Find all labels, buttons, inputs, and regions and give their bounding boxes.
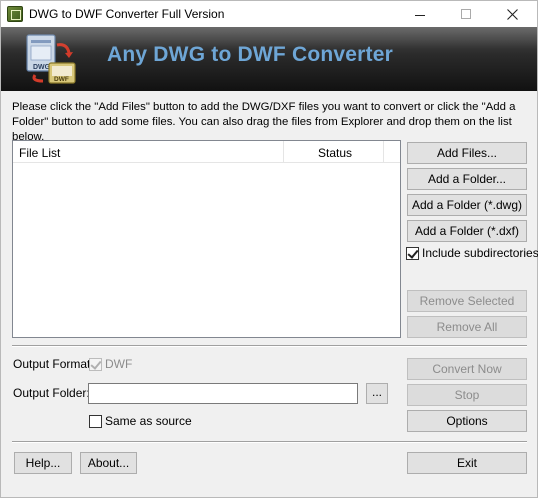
- add-folder-dxf-button[interactable]: Add a Folder (*.dxf): [407, 220, 527, 242]
- banner-title: Any DWG to DWF Converter: [107, 43, 393, 66]
- output-folder-label: Output Folder:: [13, 386, 90, 400]
- divider-bottom: [12, 441, 527, 443]
- include-subdirectories-checkbox[interactable]: [406, 247, 419, 260]
- logo-dwf-label: DWF: [54, 76, 69, 83]
- output-format-checkbox[interactable]: [89, 358, 102, 371]
- about-button[interactable]: About...: [80, 452, 137, 474]
- column-header-status[interactable]: Status: [284, 141, 384, 163]
- stop-button[interactable]: Stop: [407, 384, 527, 406]
- output-format-value: DWF: [105, 357, 133, 371]
- column-header-file-list[interactable]: File List: [13, 141, 284, 163]
- window-title: DWG to DWF Converter Full Version: [29, 7, 225, 21]
- output-folder-input[interactable]: [88, 383, 358, 404]
- app-icon: [7, 6, 23, 22]
- options-button[interactable]: Options: [407, 410, 527, 432]
- include-subdirectories-label: Include subdirectories: [422, 246, 538, 260]
- file-list[interactable]: File List Status: [12, 140, 401, 338]
- main-window: DWG to DWF Converter Full Version DWG DW…: [0, 0, 538, 498]
- same-as-source-checkbox[interactable]: [89, 415, 102, 428]
- maximize-button[interactable]: [443, 1, 489, 27]
- instructions-text: Please click the "Add Files" button to a…: [12, 101, 516, 143]
- output-format-label: Output Format:: [13, 357, 94, 371]
- header-banner: DWG DWF Any DWG to DWF Converter: [1, 27, 537, 91]
- maximize-icon: [461, 9, 471, 19]
- remove-all-button[interactable]: Remove All: [407, 316, 527, 338]
- add-folder-button[interactable]: Add a Folder...: [407, 168, 527, 190]
- help-button[interactable]: Help...: [14, 452, 72, 474]
- close-icon: [506, 8, 518, 20]
- same-as-source-label: Same as source: [105, 414, 192, 428]
- dwg-to-dwf-logo-icon: DWG DWF: [26, 34, 76, 84]
- exit-button[interactable]: Exit: [407, 452, 527, 474]
- add-folder-dwg-button[interactable]: Add a Folder (*.dwg): [407, 194, 527, 216]
- close-button[interactable]: [489, 1, 535, 27]
- title-bar: DWG to DWF Converter Full Version: [1, 1, 537, 27]
- minimize-button[interactable]: [397, 1, 443, 27]
- file-list-header: File List Status: [13, 141, 400, 163]
- browse-button[interactable]: ...: [366, 383, 388, 404]
- logo-dwg-label: DWG: [33, 64, 51, 71]
- divider-top: [12, 345, 527, 347]
- convert-now-button[interactable]: Convert Now: [407, 358, 527, 380]
- minimize-icon: [415, 14, 425, 16]
- add-files-button[interactable]: Add Files...: [407, 142, 527, 164]
- remove-selected-button[interactable]: Remove Selected: [407, 290, 527, 312]
